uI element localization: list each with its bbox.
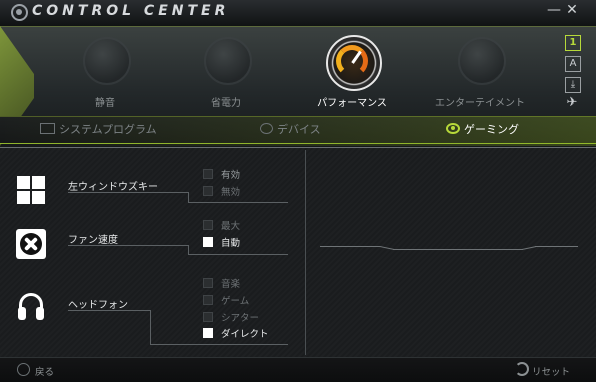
download-icon[interactable]: ⤓ (565, 77, 581, 93)
panel-divider (305, 150, 306, 355)
fan-curve-line (393, 249, 523, 250)
connector-line (150, 310, 151, 344)
tab-label: システムプログラム (59, 123, 157, 136)
reset-icon[interactable] (515, 362, 529, 376)
minimize-button[interactable]: — (545, 2, 563, 18)
airplane-mode-icon[interactable]: ✈ (565, 96, 579, 110)
tab-system-programs[interactable]: システムプログラム (40, 121, 157, 139)
tab-label: デバイス (277, 123, 321, 136)
connector-line (68, 245, 188, 246)
connector-line (188, 202, 288, 203)
font-a-icon[interactable]: A (565, 56, 581, 72)
gauge-icon (326, 35, 382, 91)
mode-quiet[interactable]: 静音 (55, 37, 155, 123)
eye-icon (446, 123, 460, 134)
mode-entertainment[interactable]: エンターテイメント (430, 37, 530, 123)
app-logo-icon (11, 4, 28, 21)
windows-key-disable-checkbox[interactable]: 無効 (203, 184, 240, 198)
fan-curve-line (320, 246, 380, 247)
device-plug-icon (260, 123, 273, 134)
tab-gaming[interactable]: ゲーミング (446, 121, 519, 139)
headphones-game-checkbox[interactable]: ゲーム (203, 293, 249, 307)
connector-line (68, 310, 150, 311)
fan-speed-max-checkbox[interactable]: 最大 (203, 218, 240, 232)
tab-label: ゲーミング (464, 123, 519, 136)
windows-logo-icon (16, 175, 46, 205)
close-button[interactable]: ✕ (563, 2, 581, 18)
connector-line (150, 344, 288, 345)
back-arrow-icon[interactable] (17, 363, 30, 376)
monitor-icon (40, 123, 55, 134)
headphones-icon (16, 293, 46, 323)
control-center-window: CONTROL CENTER — ✕ 静音 省電力 パフォーマンス エンターテイ… (0, 0, 596, 382)
mode-performance[interactable]: パフォーマンス (302, 35, 402, 123)
tab-devices[interactable]: デバイス (260, 121, 321, 139)
mode-power-saving[interactable]: 省電力 (176, 37, 276, 123)
connector-line (188, 254, 288, 255)
windows-key-label: 左ウィンドウズキー (68, 182, 158, 193)
connector-line (188, 192, 189, 202)
fan-speed-auto-checkbox[interactable]: 自動 (203, 235, 240, 249)
speaker-icon (83, 37, 131, 85)
windows-key-enable-checkbox[interactable]: 有効 (203, 167, 240, 181)
app-title: CONTROL CENTER (32, 3, 230, 19)
mode-label: エンターテイメント (435, 98, 525, 109)
footer-bar (0, 357, 596, 382)
headphones-theater-checkbox[interactable]: シアター (203, 310, 259, 324)
fan-icon (16, 229, 46, 259)
mode-label: 省電力 (211, 98, 241, 109)
reset-button[interactable]: リセット (532, 364, 570, 378)
fan-curve-line (535, 246, 578, 247)
mode-label: 静音 (95, 98, 115, 109)
back-button[interactable]: 戻る (35, 364, 54, 378)
headphones-label: ヘッドフォン (68, 300, 128, 311)
fan-speed-label: ファン速度 (68, 235, 118, 246)
headphones-music-checkbox[interactable]: 音楽 (203, 276, 240, 290)
crosshair-icon (458, 37, 506, 85)
connector-line (188, 245, 189, 254)
connector-line (68, 192, 188, 193)
profile-1-icon[interactable]: 1 (565, 35, 581, 51)
fan-blade-icon (204, 37, 252, 85)
mode-label: パフォーマンス (317, 98, 387, 109)
headphones-direct-checkbox[interactable]: ダイレクト (203, 326, 269, 340)
